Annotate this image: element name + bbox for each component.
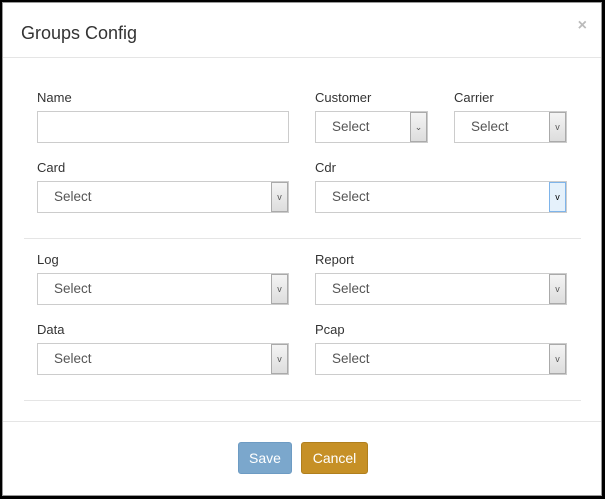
chevron-down-icon: v [549,182,566,212]
chevron-down-icon: v [549,344,566,374]
data-value: Select [54,351,92,366]
report-select[interactable]: Select v [315,273,567,305]
report-value: Select [332,281,370,296]
pcap-value: Select [332,351,370,366]
chevron-down-icon: v [549,112,566,142]
name-input[interactable] [37,111,289,143]
section-divider [24,400,581,401]
carrier-label: Carrier [454,90,494,105]
name-label: Name [37,90,72,105]
card-select[interactable]: Select v [37,181,289,213]
cdr-value: Select [332,189,370,204]
section-divider [24,238,581,239]
data-label: Data [37,322,65,337]
chevron-down-icon: v [271,274,288,304]
log-select[interactable]: Select v [37,273,289,305]
chevron-down-icon: ⌄ [410,112,427,142]
chevron-down-icon: v [549,274,566,304]
header-divider [3,57,601,58]
card-value: Select [54,189,92,204]
customer-select[interactable]: Select ⌄ [315,111,428,143]
dialog-title: Groups Config [21,23,138,43]
customer-label: Customer [315,90,372,105]
report-label: Report [315,252,355,267]
card-label: Card [37,160,66,175]
carrier-select[interactable]: Select v [454,111,567,143]
log-label: Log [37,252,59,267]
customer-value: Select [332,119,370,134]
pcap-label: Pcap [315,322,345,337]
save-button[interactable]: Save [238,442,292,474]
carrier-value: Select [471,119,509,134]
data-select[interactable]: Select v [37,343,289,375]
chevron-down-icon: v [271,344,288,374]
groups-config-dialog: Groups Config × Name Customer Select ⌄ Ca… [2,2,602,496]
chevron-down-icon: v [271,182,288,212]
cancel-button[interactable]: Cancel [301,442,368,474]
footer-divider [3,421,601,422]
pcap-select[interactable]: Select v [315,343,567,375]
close-icon[interactable]: × [578,17,587,35]
cdr-label: Cdr [315,160,336,175]
cdr-select[interactable]: Select v [315,181,567,213]
log-value: Select [54,281,92,296]
